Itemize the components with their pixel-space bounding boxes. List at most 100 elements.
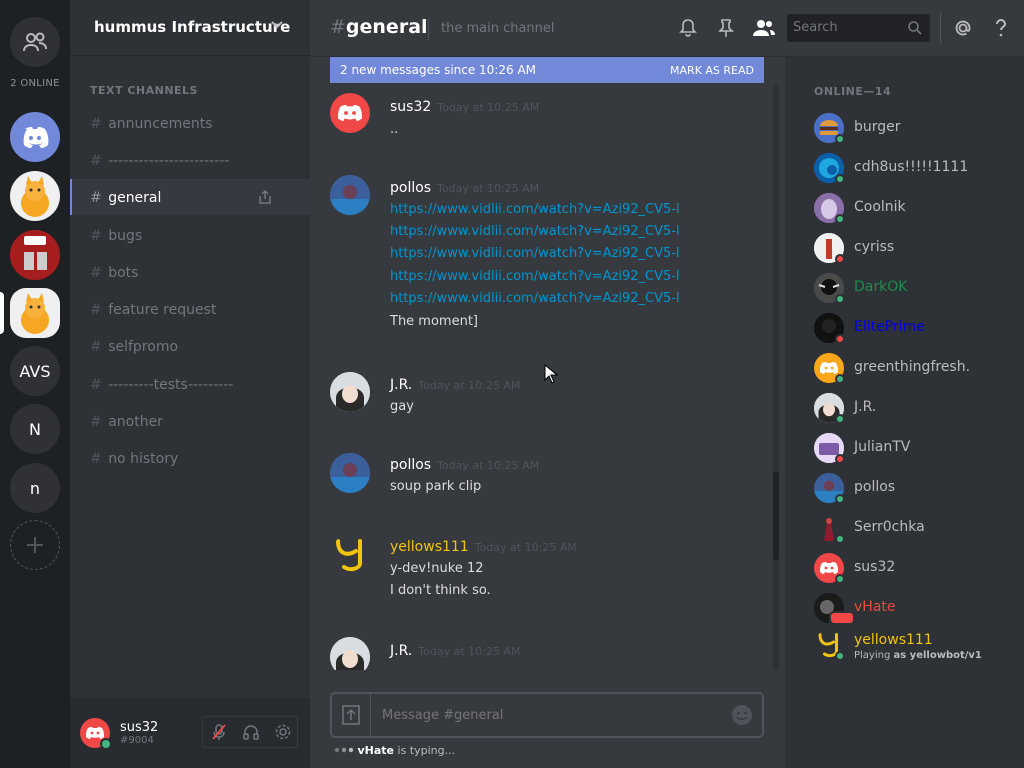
author-avatar[interactable] (330, 453, 370, 493)
message-text: .. (390, 122, 399, 137)
settings-button[interactable] (268, 718, 298, 746)
mark-as-read-button[interactable]: MARK AS READ (670, 64, 754, 77)
activity-prefix: Playing (854, 650, 894, 661)
plus-icon (27, 537, 43, 553)
member-item[interactable]: DarkOK (814, 273, 1014, 307)
message-author[interactable]: pollos Today at 10:25 AM (390, 457, 539, 473)
user-name: sus32 (120, 720, 159, 735)
upload-button[interactable] (332, 694, 371, 736)
user-discriminator: #9004 (120, 735, 154, 746)
member-name: greenthingfresh. (854, 359, 971, 375)
guild-youtube[interactable] (10, 230, 60, 280)
member-item[interactable]: yellows111 Playing as yellowbot/v1 (814, 630, 1014, 668)
server-header[interactable]: hummus Infrastructure (70, 0, 310, 56)
pinned-button[interactable] (714, 16, 738, 40)
member-item[interactable]: cyriss (814, 233, 1014, 267)
status-indicator (835, 651, 845, 661)
guild-hummus[interactable] (10, 288, 60, 338)
message-author[interactable]: yellows111 Today at 10:25 AM (390, 539, 577, 555)
yellow-y-avatar-icon (336, 539, 362, 572)
notifications-button[interactable] (676, 16, 700, 40)
message-link[interactable]: https://www.vidlii.com/watch?v=Azi92_CV5… (390, 269, 686, 284)
landscape-avatar-icon (330, 453, 370, 493)
channel-no-history[interactable]: # no history (90, 451, 178, 467)
author-name: J.R. (390, 377, 413, 393)
category-text-channels[interactable]: TEXT CHANNELS (90, 84, 198, 97)
member-name: pollos (854, 479, 896, 495)
channel-selfpromo[interactable]: # selfpromo (90, 339, 178, 355)
help-button[interactable] (989, 16, 1013, 40)
member-item[interactable]: Serr0chka (814, 513, 1014, 547)
author-avatar[interactable] (330, 637, 370, 670)
member-item[interactable]: J.R. (814, 393, 1014, 427)
emoji-button[interactable] (730, 703, 754, 727)
chevron-down-icon[interactable] (270, 18, 284, 32)
channel-another[interactable]: # another (90, 414, 163, 430)
person-avatar-icon (330, 372, 370, 412)
channel-bugs[interactable]: # bugs (90, 228, 142, 244)
author-name: pollos (390, 457, 432, 473)
author-avatar[interactable] (330, 175, 370, 215)
status-indicator (835, 414, 845, 424)
guild-n-upper[interactable]: N (10, 404, 60, 454)
message-link[interactable]: https://www.vidlii.com/watch?v=Azi92_CV5… (390, 202, 686, 217)
search-box[interactable]: Search (787, 14, 930, 42)
channel-bots[interactable]: # bots (90, 265, 138, 281)
message-text: soup park clip (390, 479, 482, 494)
online-count: 2 ONLINE (10, 78, 60, 89)
new-messages-bar[interactable]: 2 new messages since 10:26 AM MARK AS RE… (330, 57, 764, 83)
guild-avs[interactable]: AVS (10, 346, 60, 396)
member-item[interactable]: burger (814, 113, 1014, 147)
message-author[interactable]: J.R. Today at 10:25 AM (390, 643, 520, 659)
member-item[interactable]: vHate (814, 593, 1014, 627)
message-text: The moment] (390, 314, 478, 329)
member-item[interactable]: ElitePrime (814, 313, 1014, 347)
person-avatar-icon (330, 637, 370, 670)
message-link[interactable]: https://www.vidlii.com/watch?v=Azi92_CV5… (390, 224, 686, 239)
member-item[interactable]: sus32 (814, 553, 1014, 587)
member-list: ONLINE—14 burger cdh8us!!!!!1111 Coolnik… (785, 57, 1024, 768)
author-avatar[interactable] (330, 535, 370, 575)
message-text: I don't think so. (390, 583, 491, 598)
typing-dots-icon (334, 747, 354, 753)
member-item[interactable]: JulianTV (814, 433, 1014, 467)
message-link[interactable]: https://www.vidlii.com/watch?v=Azi92_CV5… (390, 291, 686, 306)
topic-divider (428, 18, 429, 40)
mute-button[interactable] (204, 718, 234, 746)
channel-general[interactable]: # general (90, 190, 161, 206)
guild-n-lower[interactable]: n (10, 463, 60, 513)
member-list-toggle[interactable] (751, 16, 777, 40)
guild-cat[interactable] (10, 171, 60, 221)
add-server-button[interactable] (10, 520, 60, 570)
member-item[interactable]: cdh8us!!!!!1111 (814, 153, 1014, 187)
friends-home-button[interactable] (10, 17, 60, 67)
member-item[interactable]: greenthingfresh. (814, 353, 1014, 387)
mentions-button[interactable] (951, 16, 975, 40)
message-author[interactable]: sus32 Today at 10:25 AM (390, 99, 539, 115)
channel-label: ------------------------ (108, 153, 230, 169)
message-input[interactable] (374, 694, 714, 736)
channel-label: general (108, 190, 162, 206)
author-avatar[interactable] (330, 93, 370, 133)
member-name: sus32 (854, 559, 896, 575)
guild-discord[interactable] (10, 112, 60, 162)
member-name: Coolnik (854, 199, 906, 215)
message-author[interactable]: pollos Today at 10:25 AM (390, 180, 539, 196)
channel-tests-separator[interactable]: # ---------tests--------- (90, 377, 233, 393)
create-invite-icon[interactable] (257, 189, 273, 205)
channel-annuncements[interactable]: # annuncements (90, 116, 212, 132)
channel-separator-1[interactable]: # ------------------------ (90, 153, 229, 169)
message-timestamp: Today at 10:25 AM (437, 101, 540, 114)
author-avatar[interactable] (330, 372, 370, 412)
channel-feature-request[interactable]: # feature request (90, 302, 216, 318)
emoji-icon (732, 705, 752, 725)
message-link[interactable]: https://www.vidlii.com/watch?v=Azi92_CV5… (390, 246, 686, 261)
server-name: hummus Infrastructure (94, 18, 291, 36)
upload-icon (342, 705, 360, 725)
member-item[interactable]: Coolnik (814, 193, 1014, 227)
message-author[interactable]: J.R. Today at 10:25 AM (390, 377, 520, 393)
search-icon (908, 21, 922, 35)
member-item[interactable]: pollos (814, 473, 1014, 507)
guild-sidebar: 2 ONLINE AVS N n (0, 0, 70, 768)
deafen-button[interactable] (236, 718, 266, 746)
